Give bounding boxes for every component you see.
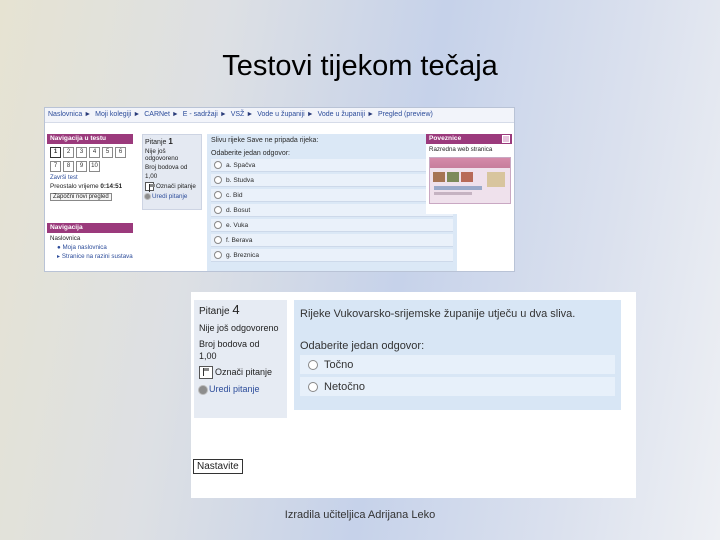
- question-info: Pitanje 1 Nije još odgovoreno Broj bodov…: [142, 134, 202, 210]
- flag-question-button[interactable]: Označi pitanje: [199, 366, 282, 380]
- question-number: Pitanje 4: [199, 302, 240, 317]
- radio-icon[interactable]: [214, 251, 222, 259]
- question-status: Nije još odgovoreno: [199, 323, 279, 333]
- points-label: Broj bodova od: [199, 339, 260, 349]
- moodle-preview-screenshot-1: Naslovnica ► Moji kolegiji ► CARNet ► E - s…: [44, 107, 515, 272]
- breadcrumb-separator-icon: ►: [171, 111, 179, 118]
- quiz-question-button[interactable]: 3: [76, 147, 87, 158]
- answer-option-true[interactable]: Točno: [300, 355, 615, 374]
- breadcrumb-separator-icon: ►: [219, 111, 227, 118]
- flag-icon: [145, 182, 155, 192]
- breadcrumb-item[interactable]: VSŽ: [231, 111, 245, 118]
- new-preview-button[interactable]: Započni novi pregled: [50, 193, 112, 201]
- nav-home[interactable]: Naslovnica: [47, 235, 133, 242]
- slide-title: Testovi tijekom tečaja: [222, 50, 498, 82]
- breadcrumb-item[interactable]: Vode u županiji: [257, 111, 304, 118]
- radio-icon[interactable]: [308, 359, 318, 370]
- quiz-question-button[interactable]: 7: [50, 161, 61, 172]
- points-value: 1,00: [199, 351, 217, 361]
- answer-option[interactable]: e. Vuka: [211, 219, 453, 232]
- select-one-label: Odaberite jedan odgovor:: [300, 340, 425, 352]
- flag-icon: [199, 366, 213, 380]
- question-number: Pitanje 1: [145, 137, 173, 146]
- breadcrumb-item[interactable]: Vode u županiji: [318, 111, 365, 118]
- gear-icon: [145, 193, 150, 199]
- time-left-label: Preostalo vrijeme: [50, 183, 99, 190]
- next-button[interactable]: Nastavite: [193, 459, 243, 474]
- gear-icon: [199, 385, 207, 394]
- breadcrumb-separator-icon: ►: [306, 111, 314, 118]
- moodle-question-screenshot-2: Pitanje 4 Nije još odgovoreno Broj bodov…: [191, 292, 636, 498]
- quiz-question-button[interactable]: 1: [50, 147, 61, 158]
- breadcrumb-item: Pregled (preview): [377, 111, 433, 118]
- links-block-title: Poveznice: [426, 134, 512, 144]
- slide-footer: Izradila učiteljica Adrijana Leko: [284, 509, 436, 521]
- quiz-navigation-title: Navigacija u testu: [47, 134, 133, 144]
- breadcrumb-item[interactable]: Moji kolegiji: [95, 111, 131, 118]
- class-website-link[interactable]: Razredna web stranica: [426, 144, 512, 155]
- quiz-question-button[interactable]: 6: [115, 147, 126, 158]
- question-body: Slivu rijeke Save ne pripada rijeka: Oda…: [207, 134, 457, 271]
- breadcrumb: Naslovnica ► Moji kolegiji ► CARNet ► E - s…: [45, 108, 514, 123]
- answer-option[interactable]: a. Spačva: [211, 159, 453, 172]
- time-left-value: 0:14:51: [100, 183, 123, 190]
- radio-icon[interactable]: [214, 206, 222, 214]
- select-one-label: Odaberite jedan odgovor:: [211, 150, 290, 157]
- quiz-question-button[interactable]: 4: [89, 147, 100, 158]
- edit-question-link[interactable]: Uredi pitanje: [145, 193, 199, 200]
- breadcrumb-separator-icon: ►: [84, 111, 92, 118]
- answer-option[interactable]: b. Studva: [211, 174, 453, 187]
- breadcrumb-item[interactable]: Naslovnica: [48, 111, 82, 118]
- answer-option[interactable]: g. Breznica: [211, 249, 453, 262]
- breadcrumb-item[interactable]: E - sadržaji: [183, 111, 218, 118]
- breadcrumb-separator-icon: ►: [133, 111, 141, 118]
- quiz-navigation-block: Navigacija u testu 1 2 3 4 5 6 7 8 9 10 …: [47, 134, 133, 220]
- answer-option[interactable]: d. Bosut: [211, 204, 453, 217]
- question-prompt: Slivu rijeke Save ne pripada rijeka:: [211, 137, 319, 144]
- time-left: Preostalo vrijeme 0:14:51: [47, 183, 133, 190]
- answer-option-false[interactable]: Netočno: [300, 377, 615, 396]
- navigation-title: Navigacija: [47, 223, 133, 233]
- quiz-question-button[interactable]: 5: [102, 147, 113, 158]
- edit-question-link[interactable]: Uredi pitanje: [199, 383, 282, 395]
- radio-icon[interactable]: [308, 381, 318, 392]
- website-thumbnail[interactable]: [429, 157, 511, 204]
- breadcrumb-item[interactable]: CARNet: [144, 111, 170, 118]
- nav-site-pages[interactable]: ▸ Stranice na razini sustava: [47, 253, 133, 260]
- navigation-block: Navigacija Naslovnica ● Moja naslovnica …: [47, 223, 133, 271]
- collapse-icon[interactable]: [502, 135, 510, 143]
- breadcrumb-separator-icon: ►: [246, 111, 254, 118]
- radio-icon[interactable]: [214, 236, 222, 244]
- question-status: Nije još odgovoreno: [145, 148, 179, 162]
- finish-attempt-link[interactable]: Završi test: [47, 175, 133, 181]
- answer-option[interactable]: c. Bid: [211, 189, 453, 202]
- points-label: Broj bodova od: [145, 164, 188, 171]
- quiz-question-button[interactable]: 10: [89, 161, 100, 172]
- quiz-question-button[interactable]: 9: [76, 161, 87, 172]
- points-value: 1,00: [145, 173, 158, 180]
- quiz-question-button[interactable]: 8: [63, 161, 74, 172]
- quiz-question-button[interactable]: 2: [63, 147, 74, 158]
- radio-icon[interactable]: [214, 161, 222, 169]
- flag-question-button[interactable]: Označi pitanje: [145, 182, 199, 192]
- question-body: Rijeke Vukovarsko-srijemske županije utj…: [294, 300, 621, 410]
- question-prompt: Rijeke Vukovarsko-srijemske županije utj…: [300, 308, 576, 320]
- radio-icon[interactable]: [214, 191, 222, 199]
- breadcrumb-separator-icon: ►: [367, 111, 375, 118]
- radio-icon[interactable]: [214, 176, 222, 184]
- radio-icon[interactable]: [214, 221, 222, 229]
- answer-option[interactable]: f. Berava: [211, 234, 453, 247]
- question-info: Pitanje 4 Nije još odgovoreno Broj bodov…: [194, 300, 287, 418]
- nav-my-home[interactable]: ● Moja naslovnica: [47, 244, 133, 251]
- links-block: Poveznice Razredna web stranica: [426, 134, 512, 214]
